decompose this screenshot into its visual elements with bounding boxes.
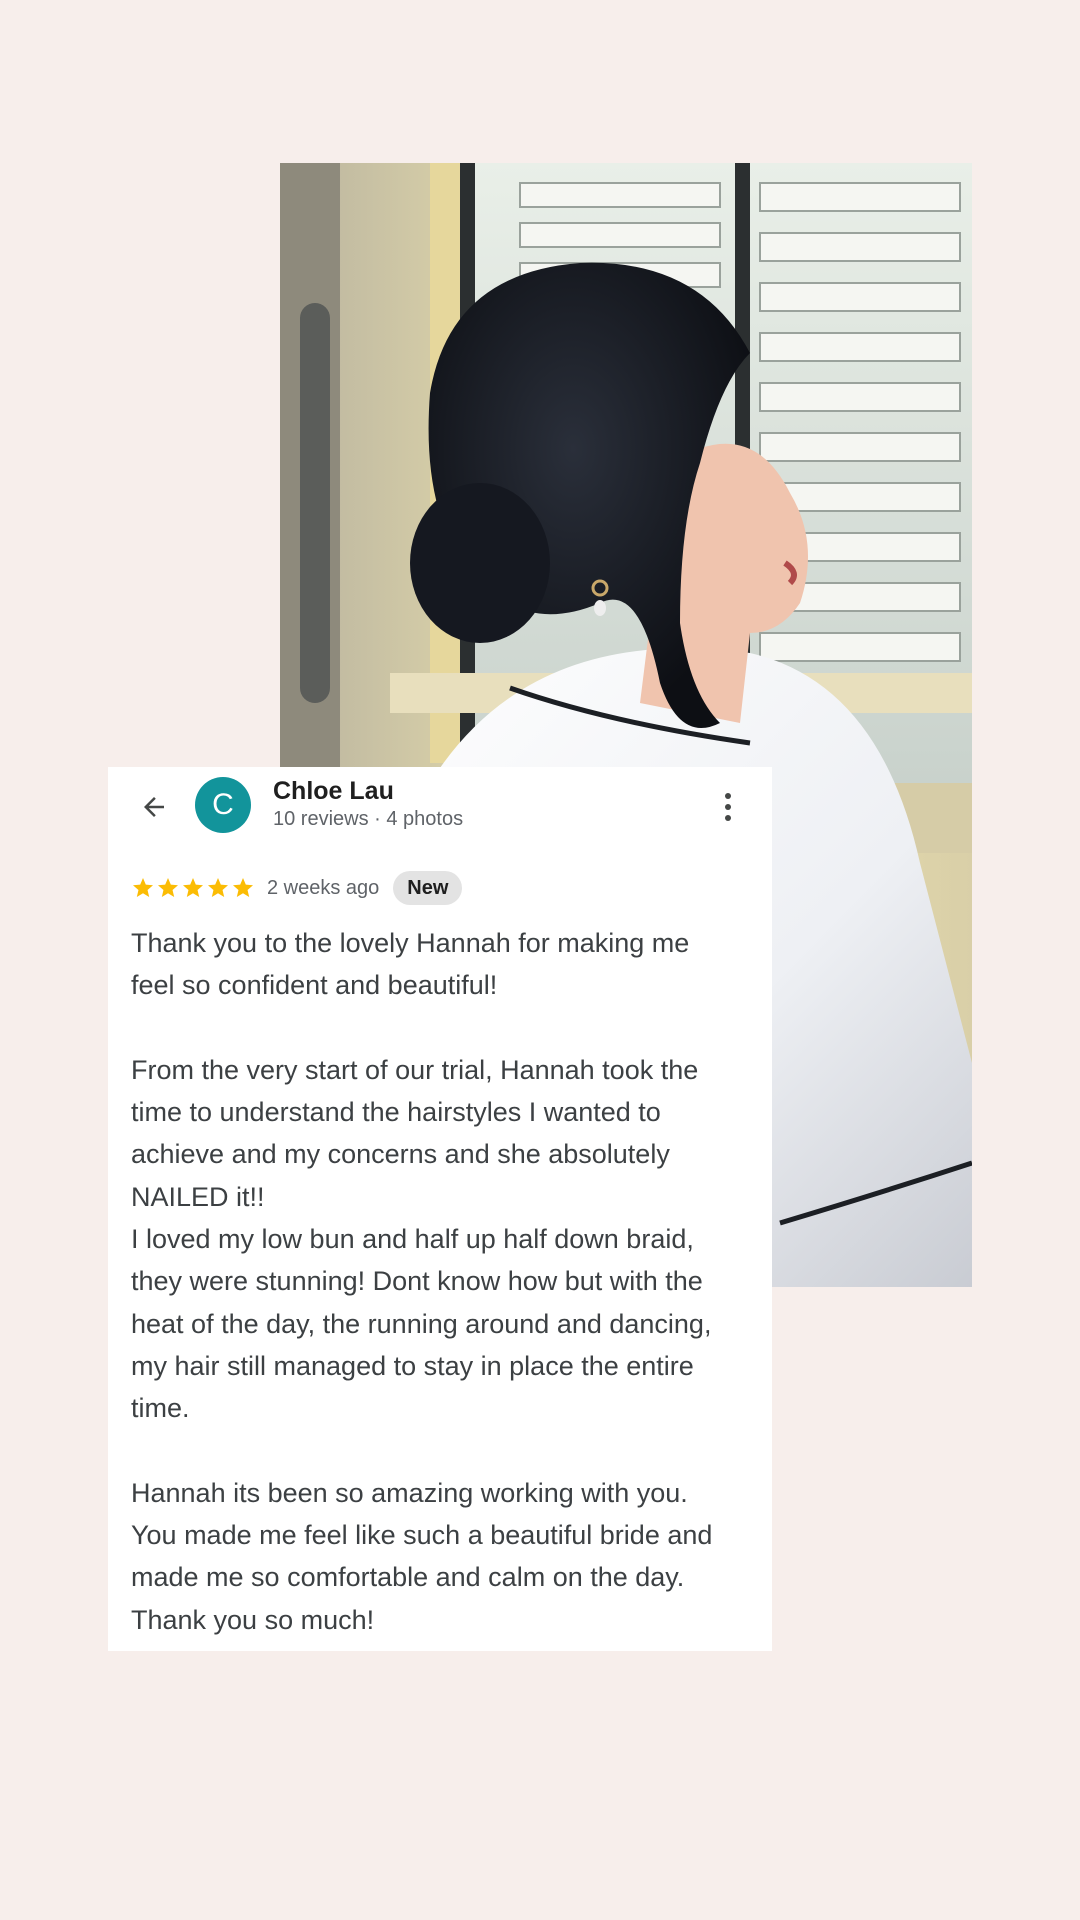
more-vert-icon-dot — [725, 815, 731, 821]
review-line: heat of the day, the running around and … — [131, 1308, 712, 1339]
more-vert-icon — [725, 793, 731, 799]
review-line: feel so confident and beautiful! — [131, 970, 498, 1001]
review-line: Hannah its been so amazing working with … — [131, 1477, 688, 1508]
new-badge: New — [393, 871, 463, 905]
review-line: From the very start of our trial, Hannah… — [131, 1054, 699, 1085]
review-header: C Chloe Lau 10 reviews · 4 photos — [108, 767, 772, 847]
review-line: You made me feel like such a beautiful b… — [131, 1520, 713, 1551]
star-icon — [158, 878, 178, 897]
reviewer-name[interactable]: Chloe Lau — [273, 777, 394, 806]
review-line: my hair still managed to stay in place t… — [131, 1350, 694, 1381]
reviewer-meta: 10 reviews · 4 photos — [273, 808, 464, 830]
review-line: time. — [131, 1393, 190, 1424]
review-line: made me so comfortable and calm on the d… — [131, 1562, 685, 1593]
more-options-button[interactable] — [714, 785, 742, 829]
review-line: I loved my low bun and half up half down… — [131, 1224, 694, 1255]
star-icon — [133, 878, 153, 897]
arrow-back-icon — [144, 797, 164, 817]
rating-row: 2 weeks ago New — [131, 870, 463, 906]
more-vert-icon-dot — [725, 804, 731, 810]
star-rating — [131, 876, 255, 900]
star-icon — [233, 878, 253, 897]
back-button[interactable] — [132, 785, 176, 829]
review-line: time to understand the hairstyles I want… — [131, 1097, 661, 1128]
review-line: Thank you to the lovely Hannah for makin… — [131, 928, 690, 958]
review-line: Thank you so much! — [131, 1604, 375, 1635]
review-time: 2 weeks ago — [267, 876, 380, 899]
review-line: NAILED it!! — [131, 1181, 265, 1212]
review-text: Thank you to the lovely Hannah for makin… — [131, 922, 751, 1641]
review-card: C Chloe Lau 10 reviews · 4 photos 2 week… — [108, 767, 772, 1651]
avatar[interactable]: C — [195, 777, 251, 833]
star-icon — [183, 878, 203, 897]
star-icon — [208, 878, 228, 897]
review-line: they were stunning! Dont know how but wi… — [131, 1266, 703, 1297]
review-line: achieve and my concerns and she absolute… — [131, 1139, 670, 1170]
